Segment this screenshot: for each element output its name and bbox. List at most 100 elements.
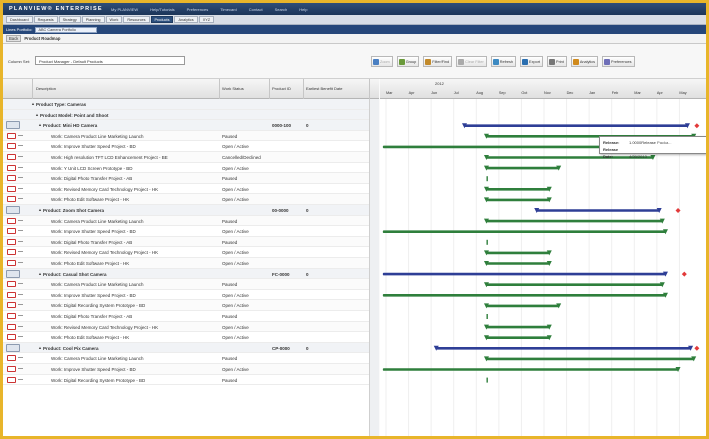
expand-icon[interactable]: ▴ — [39, 271, 41, 276]
work-row[interactable]: Work: Improve Shutter Speed Project - BD… — [3, 226, 369, 237]
row-menu-icon[interactable] — [18, 304, 23, 306]
work-row[interactable]: Work: Revised Memory Card Technology Pro… — [3, 184, 369, 195]
group-button[interactable]: Group — [396, 56, 420, 67]
product-row[interactable]: ▴ Product: Mini HD Camera 0000-100 0 — [3, 120, 369, 131]
work-row[interactable]: Work: Camera Product Line Marketing Laun… — [3, 215, 369, 227]
row-menu-icon[interactable] — [18, 325, 23, 327]
expand-icon[interactable]: ▴ — [39, 122, 41, 127]
work-item-icon[interactable] — [7, 217, 16, 224]
gantt-bar[interactable] — [486, 239, 488, 245]
gantt-bar[interactable] — [483, 282, 665, 288]
column-set-select[interactable]: Product Manager - Default Products — [35, 56, 185, 65]
product-row[interactable]: ▴ Product: Casual Shot Camera FC-0000 0 — [3, 268, 369, 280]
row-menu-icon[interactable] — [18, 177, 23, 179]
work-item-icon[interactable] — [7, 313, 16, 319]
gantt-bar[interactable] — [433, 345, 694, 351]
top-link[interactable]: Contact — [249, 7, 263, 12]
expand-icon[interactable]: ▴ — [39, 345, 41, 350]
header-product-id[interactable]: Product ID — [272, 86, 291, 91]
top-link[interactable]: Timecard — [220, 7, 237, 12]
row-menu-icon[interactable] — [18, 336, 23, 338]
expand-icon[interactable]: ▴ — [36, 112, 38, 117]
top-link[interactable]: Search — [275, 7, 288, 12]
preferences-button[interactable]: Preferences — [602, 56, 635, 67]
work-row[interactable]: Work: Improve Shutter Speed Project - BD… — [3, 364, 369, 375]
row-menu-icon[interactable] — [18, 315, 23, 316]
work-row[interactable]: Work: Photo Edit Software Project - HK Op… — [3, 258, 369, 269]
work-item-icon[interactable] — [7, 334, 16, 341]
row-menu-icon[interactable] — [18, 240, 23, 242]
work-row[interactable]: Work: Improve Shutter Speed Project - BD… — [3, 141, 369, 152]
work-item-icon[interactable] — [7, 228, 16, 235]
product-icon[interactable] — [6, 269, 20, 278]
release-milestone-icon[interactable] — [694, 123, 700, 129]
gantt-bar[interactable] — [382, 271, 668, 277]
gantt-bar[interactable] — [483, 165, 562, 171]
nav-tab-resources[interactable]: Resources — [123, 16, 150, 23]
export-button[interactable]: Export — [520, 56, 544, 67]
product-icon[interactable] — [6, 343, 20, 352]
gantt-bar[interactable] — [382, 229, 668, 235]
work-row[interactable]: Work: Camera Product Line Marketing Laun… — [3, 353, 369, 364]
work-item-icon[interactable] — [7, 366, 16, 372]
nav-tab-work[interactable]: Work — [105, 16, 123, 23]
work-row[interactable]: Work: Revised Memory Card Technology Pro… — [3, 247, 369, 258]
product-icon[interactable] — [6, 206, 20, 214]
work-item-icon[interactable] — [7, 302, 16, 309]
gantt-bar[interactable] — [483, 218, 665, 224]
work-row[interactable]: Work: Improve Shutter Speed Project - BD… — [3, 290, 369, 301]
row-menu-icon[interactable] — [18, 262, 23, 263]
row-menu-icon[interactable] — [18, 368, 23, 369]
expand-icon[interactable]: ▴ — [32, 101, 34, 106]
top-link[interactable]: Help — [299, 7, 307, 12]
work-row[interactable]: Work: Revised Memory Card Technology Pro… — [3, 321, 369, 333]
work-item-icon[interactable] — [7, 164, 16, 171]
nav-tab-requests[interactable]: Requests — [33, 16, 58, 23]
work-row[interactable]: Work: Digital Photo Transfer Project - A… — [3, 311, 369, 322]
gantt-bar[interactable] — [483, 356, 697, 362]
row-menu-icon[interactable] — [18, 283, 23, 285]
refresh-button[interactable]: Refresh — [490, 56, 517, 67]
gantt-bar[interactable] — [382, 367, 681, 372]
expand-icon[interactable]: ▴ — [39, 207, 41, 212]
gantt-bar[interactable] — [462, 123, 690, 129]
top-link[interactable]: Preferences — [187, 7, 209, 12]
row-menu-icon[interactable] — [18, 134, 23, 136]
row-menu-icon[interactable] — [18, 378, 23, 380]
back-button[interactable]: Back — [6, 35, 22, 42]
work-item-icon[interactable] — [7, 238, 16, 245]
gantt-bar[interactable] — [483, 324, 552, 330]
gantt-bar[interactable] — [483, 303, 562, 309]
work-row[interactable]: Work: Camera Product Line Marketing Laun… — [3, 279, 369, 290]
row-menu-icon[interactable] — [18, 187, 23, 189]
work-item-icon[interactable] — [7, 376, 16, 383]
row-menu-icon[interactable] — [18, 156, 23, 157]
gantt-bar[interactable] — [483, 197, 552, 203]
work-item-icon[interactable] — [7, 132, 16, 139]
row-menu-icon[interactable] — [18, 251, 23, 253]
work-row[interactable]: Work: Digital Recording System Prototype… — [3, 300, 369, 311]
model-row[interactable]: ▴ Product Model: Point and Shoot — [3, 109, 369, 121]
gantt-bar[interactable] — [483, 250, 552, 256]
work-row[interactable]: Work: High resolution TFT LCD Enhancemen… — [3, 152, 369, 163]
work-row[interactable]: Work: Camera Product Line Marketing Laun… — [3, 130, 369, 142]
gantt-bar[interactable] — [486, 314, 488, 319]
nav-tab-xyz[interactable]: XYZ — [198, 16, 215, 23]
gantt-bar[interactable] — [486, 176, 488, 182]
header-earliest-benefit-date[interactable]: Earliest Benefit Date — [306, 86, 342, 91]
release-milestone-icon[interactable] — [694, 345, 700, 351]
clear-filter-button[interactable]: Clear Filter — [456, 56, 487, 67]
nav-tab-analytics[interactable]: Analytics — [174, 16, 198, 23]
nav-tab-planning[interactable]: Planning — [81, 16, 105, 23]
filter-find-button[interactable]: Filter/Find — [423, 56, 453, 67]
gantt-bar[interactable] — [534, 208, 662, 213]
work-row[interactable]: Work: Photo Edit Software Project - HK Op… — [3, 194, 369, 205]
work-row[interactable]: Work: Digital Photo Transfer Project - A… — [3, 173, 369, 184]
gantt-bar[interactable] — [486, 377, 488, 383]
zoom-button[interactable]: Zoom — [371, 56, 393, 67]
work-item-icon[interactable] — [7, 291, 16, 298]
work-item-icon[interactable] — [7, 154, 16, 160]
top-link[interactable]: Help/Tutorials — [150, 7, 175, 12]
product-type-row[interactable]: ▴ Product Type: Cameras — [3, 99, 369, 110]
work-row[interactable]: Work: Digital Recording System Prototype… — [3, 375, 369, 386]
